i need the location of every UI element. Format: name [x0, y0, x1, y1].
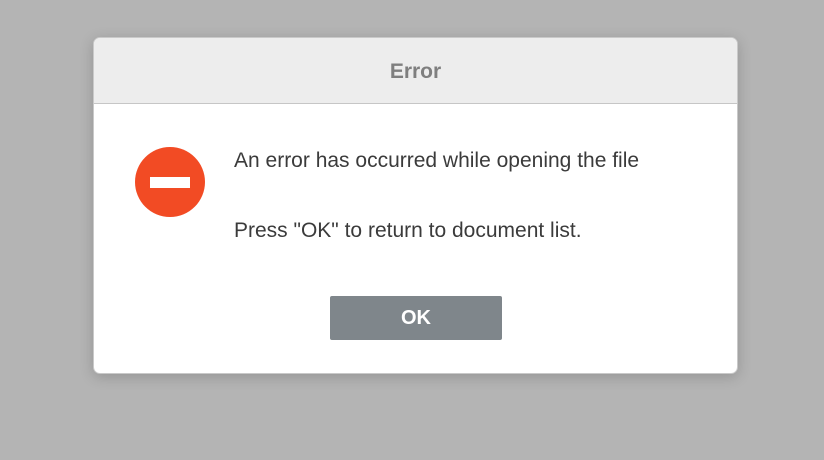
ok-button[interactable]: OK [330, 296, 502, 340]
error-dialog: Error An error has occurred while openin… [93, 37, 738, 374]
instruction-message: Press "OK" to return to document list. [234, 219, 582, 242]
dialog-title: Error [389, 59, 442, 83]
error-message: An error has occurred while opening the … [234, 149, 640, 172]
dialog-header: Error [94, 38, 737, 104]
error-stop-icon-bar [150, 177, 190, 188]
error-stop-icon [135, 147, 205, 217]
